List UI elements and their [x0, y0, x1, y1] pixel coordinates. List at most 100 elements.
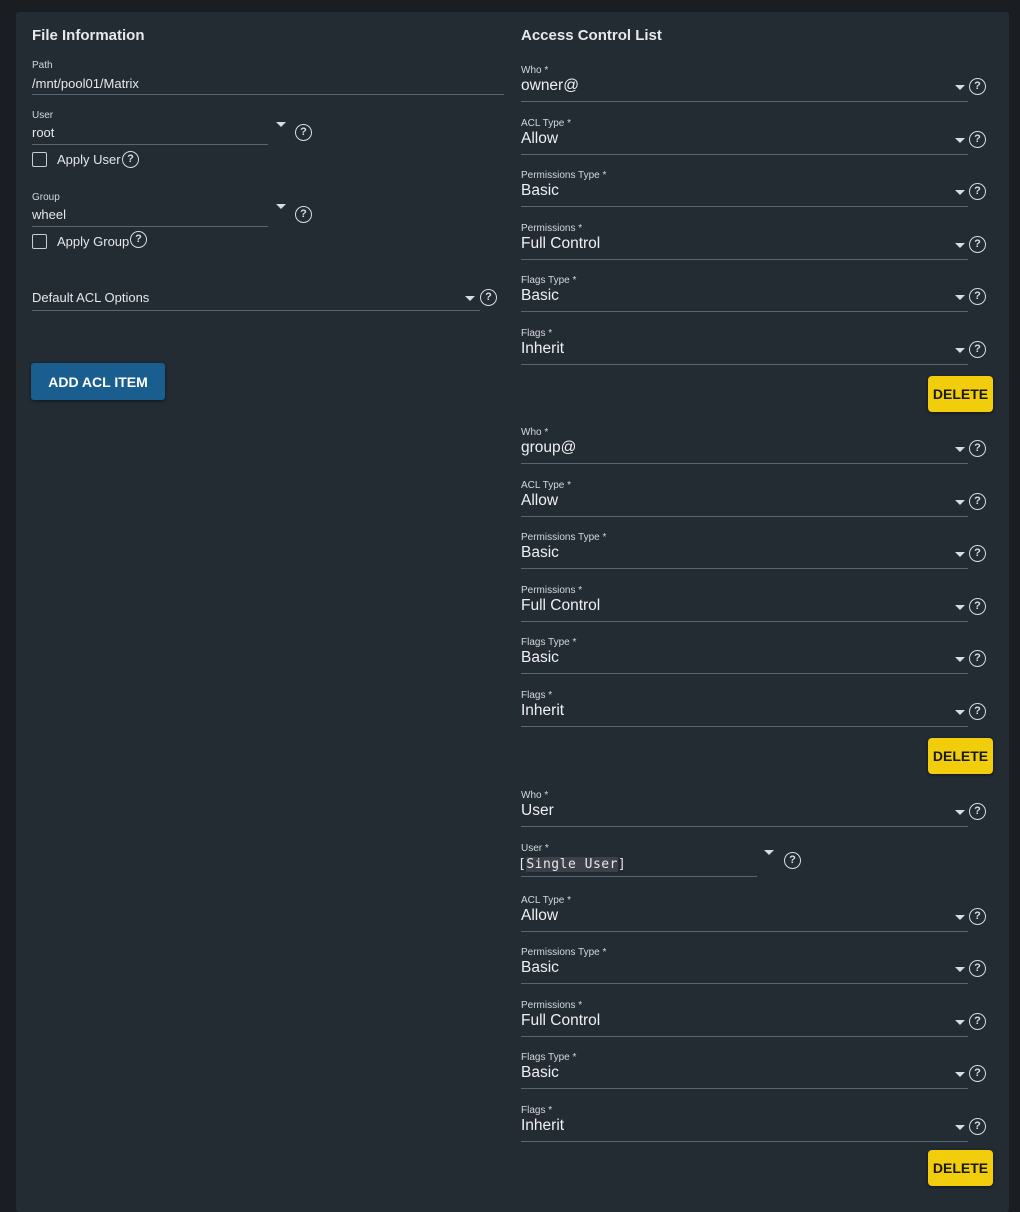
acl-2-permissions-help-icon[interactable]: ?	[969, 597, 986, 615]
acl-1-permissions-chevron-down-icon[interactable]	[955, 242, 965, 248]
acl-1-acl-type-chevron-down-icon[interactable]	[955, 137, 965, 143]
add-acl-item-button[interactable]: ADD ACL ITEM	[31, 363, 165, 400]
acl-field-label: Who *	[521, 790, 549, 801]
apply-group-checkbox[interactable]: Apply Group	[32, 233, 182, 253]
acl-2-permissions-type-chevron-down-icon[interactable]	[955, 552, 965, 557]
acl-3-who-help-icon[interactable]: ?	[969, 803, 986, 820]
acl-3-flags-chevron-down-icon[interactable]	[955, 1124, 965, 1130]
acl-1-permissions-type-select[interactable]: Permissions Type * Basic	[521, 170, 968, 208]
acl-1-acl-type-help-icon[interactable]: ?	[969, 130, 986, 148]
acl-3-permissions-select[interactable]: Permissions * Full Control	[521, 1000, 968, 1038]
default-acl-help-icon[interactable]: ?	[480, 289, 497, 306]
acl-3-permissions-type-help-icon[interactable]: ?	[969, 960, 986, 977]
acl-field-value: Basic	[521, 287, 559, 304]
acl-2-flags-type-select[interactable]: Flags Type * Basic	[521, 637, 968, 675]
group-select[interactable]: Group wheel	[32, 192, 272, 228]
acl-1-flags-chevron-down-icon[interactable]	[955, 347, 965, 353]
acl-field-label: Permissions *	[521, 999, 583, 1011]
acl-field-value: Basic	[521, 959, 559, 976]
acl-2-acl-type-chevron-down-icon[interactable]	[955, 499, 965, 505]
acl-3-flags-help-icon[interactable]: ?	[969, 1117, 986, 1135]
acl-field-value: Full Control	[521, 234, 601, 252]
acl-field-label: Permissions Type *	[521, 170, 607, 181]
acl-2-delete-button[interactable]: DELETE	[928, 738, 993, 774]
acl-field-label: Flags *	[521, 327, 553, 339]
acl-2-who-help-icon[interactable]: ?	[969, 440, 986, 457]
acl-2-who-chevron-down-icon[interactable]	[955, 447, 965, 452]
acl-1-flags-type-chevron-down-icon[interactable]	[955, 295, 965, 300]
acl-3-permissions-help-icon[interactable]: ?	[969, 1012, 986, 1030]
acl-1-permissions-help-icon[interactable]: ?	[969, 235, 986, 253]
apply-user-help-icon[interactable]: ?	[122, 151, 139, 168]
acl-field-label: Who *	[521, 427, 549, 438]
acl-1-acl-type-select[interactable]: ACL Type * Allow	[521, 118, 968, 156]
acl-2-flags-type-chevron-down-icon[interactable]	[955, 657, 965, 662]
acl-3-permissions-type-chevron-down-icon[interactable]	[955, 967, 965, 972]
path-underline	[32, 94, 504, 95]
group-dropdown-arrow-icon[interactable]	[276, 204, 286, 209]
acl-field-label: Flags Type *	[521, 1052, 577, 1063]
acl-2-acl-type-select[interactable]: ACL Type * Allow	[521, 480, 968, 518]
acl-2-permissions-type-select[interactable]: Permissions Type * Basic	[521, 532, 968, 570]
acl-field-underline	[521, 258, 968, 260]
acl-1-permissions-select[interactable]: Permissions * Full Control	[521, 223, 968, 261]
acl-3-flags-select[interactable]: Flags * Inherit	[521, 1105, 968, 1143]
acl-2-flags-help-icon[interactable]: ?	[969, 702, 986, 720]
acl-field-label: User *	[521, 842, 549, 854]
acl-2-flags-type-help-icon[interactable]: ?	[969, 650, 986, 667]
acl-1-permissions-type-help-icon[interactable]: ?	[969, 183, 986, 200]
file-information-title: File Information	[32, 27, 145, 44]
acl-2-flags-select[interactable]: Flags * Inherit	[521, 690, 968, 728]
acl-3-who-chevron-down-icon[interactable]	[955, 810, 965, 815]
user-select[interactable]: User root	[32, 110, 272, 146]
acl-3-acl-type-select[interactable]: ACL Type * Allow	[521, 895, 968, 933]
acl-3-user-help-icon[interactable]: ?	[784, 851, 801, 869]
acl-1-delete-button[interactable]: DELETE	[928, 376, 993, 412]
apply-group-help-icon[interactable]: ?	[130, 231, 147, 248]
acl-2-who-select[interactable]: Who * group@	[521, 427, 968, 465]
user-dropdown-arrow-icon[interactable]	[276, 122, 286, 127]
acl-field-underline	[521, 620, 968, 622]
acl-2-permissions-chevron-down-icon[interactable]	[955, 604, 965, 610]
acl-2-permissions-type-help-icon[interactable]: ?	[969, 545, 986, 562]
acl-1-flags-select[interactable]: Flags * Inherit	[521, 328, 968, 366]
acl-field-label: ACL Type *	[521, 894, 572, 906]
acl-3-user-chevron-down-icon[interactable]	[764, 849, 774, 855]
default-acl-dropdown-arrow-icon[interactable]	[465, 296, 475, 301]
default-acl-options-label: Default ACL Options	[32, 290, 150, 305]
acl-3-permissions-chevron-down-icon[interactable]	[955, 1019, 965, 1025]
acl-3-permissions-type-select[interactable]: Permissions Type * Basic	[521, 947, 968, 985]
acl-field-label: Flags *	[521, 1104, 553, 1116]
acl-1-permissions-type-chevron-down-icon[interactable]	[955, 190, 965, 195]
apply-group-checkbox-box[interactable]	[32, 234, 47, 249]
acl-1-flags-type-select[interactable]: Flags Type * Basic	[521, 275, 968, 313]
acl-field-label: Permissions *	[521, 584, 583, 596]
acl-1-who-select[interactable]: Who * owner@	[521, 65, 968, 103]
acl-1-flags-type-help-icon[interactable]: ?	[969, 288, 986, 305]
apply-user-checkbox-box[interactable]	[32, 152, 47, 167]
group-help-icon[interactable]: ?	[295, 206, 312, 223]
acl-3-flags-type-help-icon[interactable]: ?	[969, 1065, 986, 1082]
acl-1-who-chevron-down-icon[interactable]	[955, 85, 965, 90]
user-help-icon[interactable]: ?	[295, 124, 312, 141]
acl-2-permissions-select[interactable]: Permissions * Full Control	[521, 585, 968, 623]
group-label: Group	[32, 192, 60, 203]
acl-field-value: Inherit	[521, 1116, 565, 1134]
acl-field-value: Inherit	[521, 701, 565, 719]
acl-3-user-select[interactable]: User * [Single User]	[518, 842, 757, 879]
acl-3-flags-type-chevron-down-icon[interactable]	[955, 1072, 965, 1077]
acl-field-underline	[521, 930, 968, 932]
acl-1-flags-help-icon[interactable]: ?	[969, 340, 986, 358]
acl-3-who-select[interactable]: Who * User	[521, 790, 968, 828]
acl-field-underline	[521, 463, 968, 464]
acl-2-acl-type-help-icon[interactable]: ?	[969, 492, 986, 510]
acl-3-flags-type-select[interactable]: Flags Type * Basic	[521, 1052, 968, 1090]
acl-3-acl-type-help-icon[interactable]: ?	[969, 907, 986, 925]
user-value: root	[32, 125, 55, 140]
default-acl-options-select[interactable]: Default ACL Options	[32, 286, 480, 312]
acl-3-acl-type-chevron-down-icon[interactable]	[955, 914, 965, 920]
acl-3-delete-button[interactable]: DELETE	[928, 1150, 993, 1186]
acl-1-who-help-icon[interactable]: ?	[969, 78, 986, 95]
apply-user-checkbox[interactable]: Apply User	[32, 151, 172, 171]
acl-2-flags-chevron-down-icon[interactable]	[955, 709, 965, 715]
